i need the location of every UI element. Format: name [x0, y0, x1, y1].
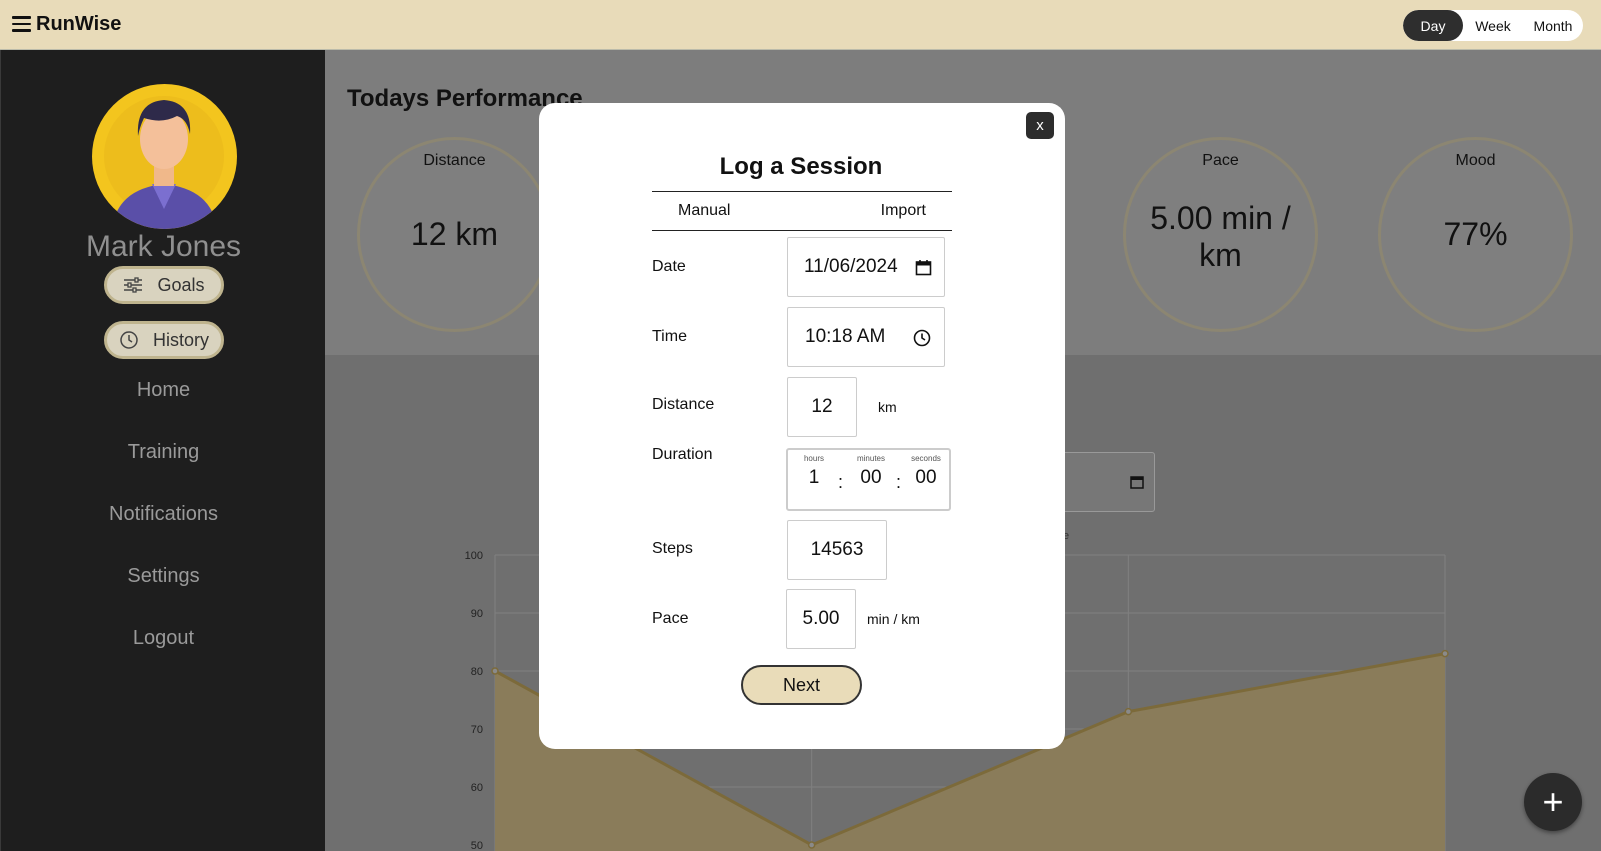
modal-title: Log a Session [719, 153, 883, 180]
y-tick-label: 80 [471, 666, 483, 678]
close-button[interactable]: x [1026, 112, 1054, 139]
y-tick-label: 50 [471, 840, 483, 851]
time-label: Time [652, 328, 687, 345]
steps-value: 14563 [810, 539, 864, 560]
pace-input[interactable]: 5.00 [786, 589, 856, 649]
date-input[interactable]: 11/06/2024 [787, 237, 945, 297]
minutes-value: 00 [860, 467, 882, 488]
distance-value: 12 [811, 396, 833, 417]
range-toggle: Day Week Month [1403, 10, 1583, 41]
nav-home[interactable]: Home [1, 379, 326, 402]
minutes-caption: minutes [856, 454, 885, 463]
duration-seconds[interactable]: seconds 00 [904, 454, 948, 489]
range-month-button[interactable]: Month [1523, 10, 1583, 41]
sidebar: Mark Jones Goals History Home Training N… [0, 50, 325, 851]
history-icon [120, 331, 138, 349]
history-label: History [152, 329, 209, 350]
distance-label: Distance [652, 396, 715, 413]
y-tick-label: 60 [471, 782, 483, 794]
nav-notifications[interactable]: Notifications [1, 503, 326, 526]
goals-button[interactable]: Goals [104, 266, 224, 304]
duration-hours[interactable]: hours 1 [794, 454, 834, 489]
duration-minutes[interactable]: minutes 00 [849, 454, 893, 489]
hours-caption: hours [803, 454, 824, 463]
seconds-caption: seconds [911, 454, 941, 463]
y-tick-label: 100 [465, 550, 483, 562]
history-button[interactable]: History [104, 321, 224, 359]
duration-label: Duration [652, 446, 713, 463]
pace-unit: min / km [867, 611, 920, 627]
menu-icon[interactable] [12, 16, 31, 32]
steps-label: Steps [652, 540, 693, 557]
nav-training[interactable]: Training [1, 441, 326, 464]
top-bar: RunWise Day Week Month [0, 0, 1601, 50]
sliders-icon [124, 277, 143, 293]
tab-manual[interactable]: Manual [678, 202, 730, 220]
pace-label: Pace [652, 610, 689, 627]
range-week-button[interactable]: Week [1463, 10, 1523, 41]
avatar [92, 84, 237, 229]
chart-point [1441, 649, 1449, 658]
calendar-icon[interactable] [915, 259, 932, 276]
time-value: 10:18 AM [805, 326, 886, 347]
y-tick-label: 90 [471, 608, 483, 620]
chart-point [491, 667, 499, 675]
date-value: 11/06/2024 [804, 256, 898, 277]
source-tabs: Manual Import [652, 191, 952, 231]
distance-input[interactable]: 12 [787, 377, 857, 437]
duration-separator: : [896, 472, 902, 492]
chart-point [807, 841, 816, 849]
next-button[interactable]: Next [741, 665, 862, 705]
seconds-value: 00 [915, 467, 937, 488]
log-session-modal: x Log a Session Manual Import Date 11/06… [539, 103, 1065, 749]
nav-logout[interactable]: Logout [1, 627, 326, 650]
steps-input[interactable]: 14563 [787, 520, 887, 580]
duration-separator: : [838, 472, 844, 492]
goals-label: Goals [157, 274, 205, 295]
chart-point [1124, 707, 1133, 716]
add-session-button[interactable]: + [1524, 773, 1582, 831]
date-label: Date [652, 258, 686, 275]
person-icon [104, 96, 224, 229]
time-input[interactable]: 10:18 AM [787, 307, 945, 367]
duration-input[interactable]: hours 1 : minutes 00 : seconds 00 [786, 448, 951, 511]
clock-icon[interactable] [913, 329, 931, 347]
nav-settings[interactable]: Settings [1, 565, 326, 588]
range-day-button[interactable]: Day [1403, 10, 1463, 41]
app-title: RunWise [36, 13, 122, 35]
distance-unit: km [878, 399, 897, 415]
hours-value: 1 [808, 467, 820, 488]
tab-import[interactable]: Import [881, 202, 926, 220]
user-name: Mark Jones [85, 230, 242, 263]
y-tick-label: 70 [471, 724, 483, 736]
pace-value: 5.00 [802, 608, 840, 629]
